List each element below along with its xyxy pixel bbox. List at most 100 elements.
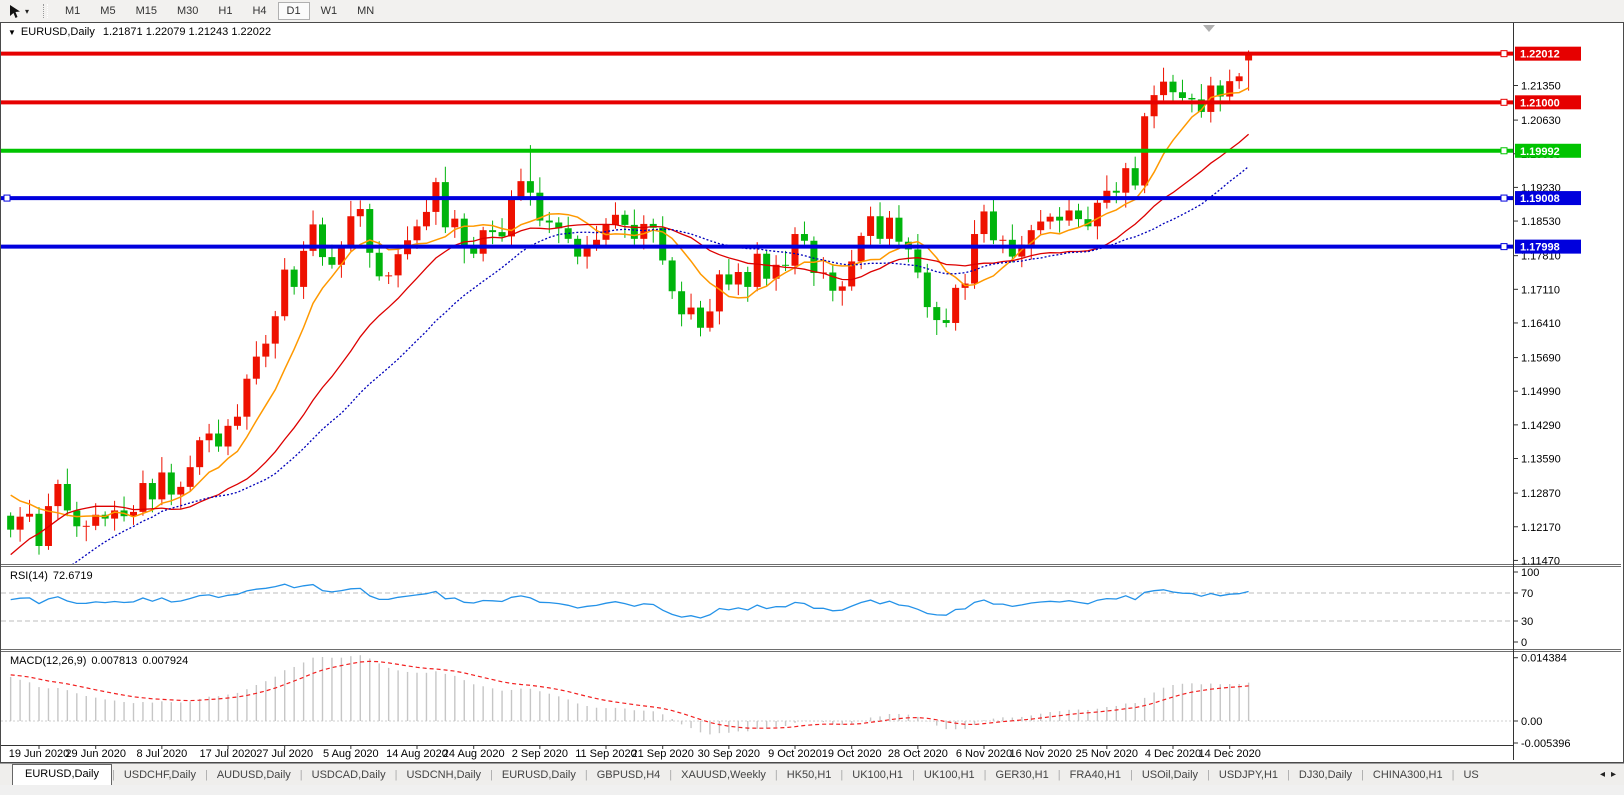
tab-audusd-daily[interactable]: AUDUSD,Daily <box>208 766 300 785</box>
tab-gbpusd-h4[interactable]: GBPUSD,H4 <box>588 766 670 785</box>
price-tick-label: 1.21350 <box>1521 80 1561 92</box>
status-bar <box>0 785 1624 795</box>
chart-title[interactable]: ▼ EURUSD,Daily 1.21871 1.22079 1.21243 1.2… <box>8 26 271 38</box>
date-tick-label[interactable]: 17 Jul 2020 <box>200 748 257 760</box>
date-tick-label[interactable]: 28 Oct 2020 <box>888 748 948 760</box>
tab-usdcad-daily[interactable]: USDCAD,Daily <box>303 766 395 785</box>
tab-usdjpy-h1[interactable]: USDJPY,H1 <box>1210 766 1287 785</box>
rsi-axis-label: 100 <box>1521 567 1539 579</box>
chart-ohlc-values: 1.21871 1.22079 1.21243 1.22022 <box>103 26 271 38</box>
price-badge-text: 1.19992 <box>1520 146 1560 158</box>
date-tick-label[interactable]: 14 Dec 2020 <box>1199 748 1261 760</box>
chart-symbol: EURUSD,Daily <box>21 26 95 38</box>
date-tick-label[interactable]: 8 Jul 2020 <box>136 748 187 760</box>
hline-handle[interactable] <box>1501 99 1507 105</box>
rsi-value: 72.6719 <box>53 570 93 582</box>
date-tick-label[interactable]: 14 Aug 2020 <box>386 748 448 760</box>
date-tick-label[interactable]: 2 Sep 2020 <box>512 748 568 760</box>
tab-usoil-daily[interactable]: USOil,Daily <box>1133 766 1207 785</box>
macd-label: MACD(12,26,9) 0.007813 0.007924 <box>10 655 193 667</box>
price-tick-label: 1.18530 <box>1521 216 1561 228</box>
date-tick-label[interactable]: 9 Oct 2020 <box>768 748 822 760</box>
hline-handle[interactable] <box>1501 195 1507 201</box>
rsi-axis-label: 0 <box>1521 637 1527 649</box>
timeframe-m5[interactable]: M5 <box>91 2 124 20</box>
rsi-name: RSI(14) <box>10 570 48 582</box>
price-tick-label: 1.16410 <box>1521 318 1561 330</box>
price-tick-label: 1.20630 <box>1521 115 1561 127</box>
price-badge-text: 1.19008 <box>1520 193 1560 205</box>
macd-name: MACD(12,26,9) <box>10 655 86 667</box>
price-tick-label: 1.14290 <box>1521 420 1561 432</box>
price-tick-label: 1.11470 <box>1521 555 1560 567</box>
timeframe-m1[interactable]: M1 <box>56 2 89 20</box>
tab-usdchf-daily[interactable]: USDCHF,Daily <box>115 766 205 785</box>
tab-scroll-arrows: ◂ ▸ <box>1594 765 1622 783</box>
macd-signal-value: 0.007924 <box>142 655 188 667</box>
macd-axis-label: -0.005396 <box>1521 738 1571 750</box>
hline-handle[interactable] <box>1501 244 1507 250</box>
timeframe-mn[interactable]: MN <box>348 2 383 20</box>
date-tick-label[interactable]: 19 Oct 2020 <box>822 748 882 760</box>
hline-handle[interactable] <box>4 195 10 201</box>
tab-dj30-daily[interactable]: DJ30,Daily <box>1290 766 1361 785</box>
cursor-icon <box>8 4 22 19</box>
timeframe-h4[interactable]: H4 <box>243 2 275 20</box>
price-tick-label: 1.13590 <box>1521 454 1561 466</box>
price-chart[interactable]: 1.213501.206301.199301.192301.185301.178… <box>1 23 1621 760</box>
tab-hk50-h1[interactable]: HK50,H1 <box>778 766 841 785</box>
cursor-dropdown-icon[interactable]: ▾ <box>25 7 29 16</box>
date-tick-label[interactable]: 6 Nov 2020 <box>956 748 1012 760</box>
rsi-label: RSI(14) 72.6719 <box>10 570 98 582</box>
chart-window: 1.213501.206301.199301.192301.185301.178… <box>0 22 1624 763</box>
hline-handle[interactable] <box>1501 148 1507 154</box>
date-tick-label[interactable]: 19 Jun 2020 <box>9 748 70 760</box>
tab-uk100-h1[interactable]: UK100,H1 <box>843 766 912 785</box>
hline-handle[interactable] <box>1501 51 1507 57</box>
rsi-line <box>11 584 1249 618</box>
macd-axis-label: 0.00 <box>1521 716 1542 728</box>
top-toolbar: ▾ M1M5M15M30H1H4D1W1MN <box>0 0 1624 23</box>
date-tick-label[interactable]: 29 Jun 2020 <box>65 748 126 760</box>
timeframe-h1[interactable]: H1 <box>209 2 241 20</box>
macd-signal-line <box>11 661 1249 728</box>
date-tick-label[interactable]: 21 Sep 2020 <box>632 748 694 760</box>
rsi-axis-label: 70 <box>1521 588 1533 600</box>
tab-xauusd-weekly[interactable]: XAUUSD,Weekly <box>672 766 775 785</box>
price-badge-text: 1.17998 <box>1520 242 1560 254</box>
toolbar-grip <box>43 4 48 18</box>
date-tick-label[interactable]: 30 Sep 2020 <box>698 748 760 760</box>
date-tick-label[interactable]: 27 Jul 2020 <box>256 748 313 760</box>
tab-usdcnh-daily[interactable]: USDCNH,Daily <box>397 766 490 785</box>
price-tick-label: 1.12870 <box>1521 488 1561 500</box>
tab-eurusd-daily[interactable]: EURUSD,Daily <box>493 766 585 785</box>
date-tick-label[interactable]: 4 Dec 2020 <box>1145 748 1201 760</box>
tab-uk100-h1[interactable]: UK100,H1 <box>915 766 984 785</box>
timeframe-d1[interactable]: D1 <box>278 2 310 20</box>
macd-main-value: 0.007813 <box>91 655 137 667</box>
tab-scroll-left-icon[interactable]: ◂ <box>1600 769 1605 780</box>
tab-fra40-h1[interactable]: FRA40,H1 <box>1061 766 1130 785</box>
date-tick-label[interactable]: 25 Nov 2020 <box>1076 748 1138 760</box>
date-tick-label[interactable]: 16 Nov 2020 <box>1010 748 1072 760</box>
date-tick-label[interactable]: 24 Aug 2020 <box>443 748 505 760</box>
cursor-tool-button[interactable]: ▾ <box>4 3 33 20</box>
timeframe-m30[interactable]: M30 <box>168 2 207 20</box>
candles <box>7 50 1252 554</box>
price-badge-text: 1.21000 <box>1520 97 1560 109</box>
rsi-axis-label: 30 <box>1521 616 1533 628</box>
timeframe-m15[interactable]: M15 <box>127 2 166 20</box>
collapse-icon[interactable]: ▼ <box>8 28 16 37</box>
tab-ger30-h1[interactable]: GER30,H1 <box>987 766 1058 785</box>
tab-scroll-right-icon[interactable]: ▸ <box>1611 769 1616 780</box>
price-tick-label: 1.15690 <box>1521 353 1561 365</box>
date-tick-label[interactable]: 5 Aug 2020 <box>323 748 379 760</box>
timeframe-buttons: M1M5M15M30H1H4D1W1MN <box>55 2 384 20</box>
tab-eurusd-daily[interactable]: EURUSD,Daily <box>12 764 112 785</box>
chart-shift-marker[interactable] <box>1203 25 1215 32</box>
tab-us[interactable]: US <box>1454 766 1487 785</box>
timeframe-w1[interactable]: W1 <box>312 2 347 20</box>
tab-china300-h1[interactable]: CHINA300,H1 <box>1364 766 1452 785</box>
date-tick-label[interactable]: 11 Sep 2020 <box>575 748 637 760</box>
price-tick-label: 1.12170 <box>1521 522 1561 534</box>
